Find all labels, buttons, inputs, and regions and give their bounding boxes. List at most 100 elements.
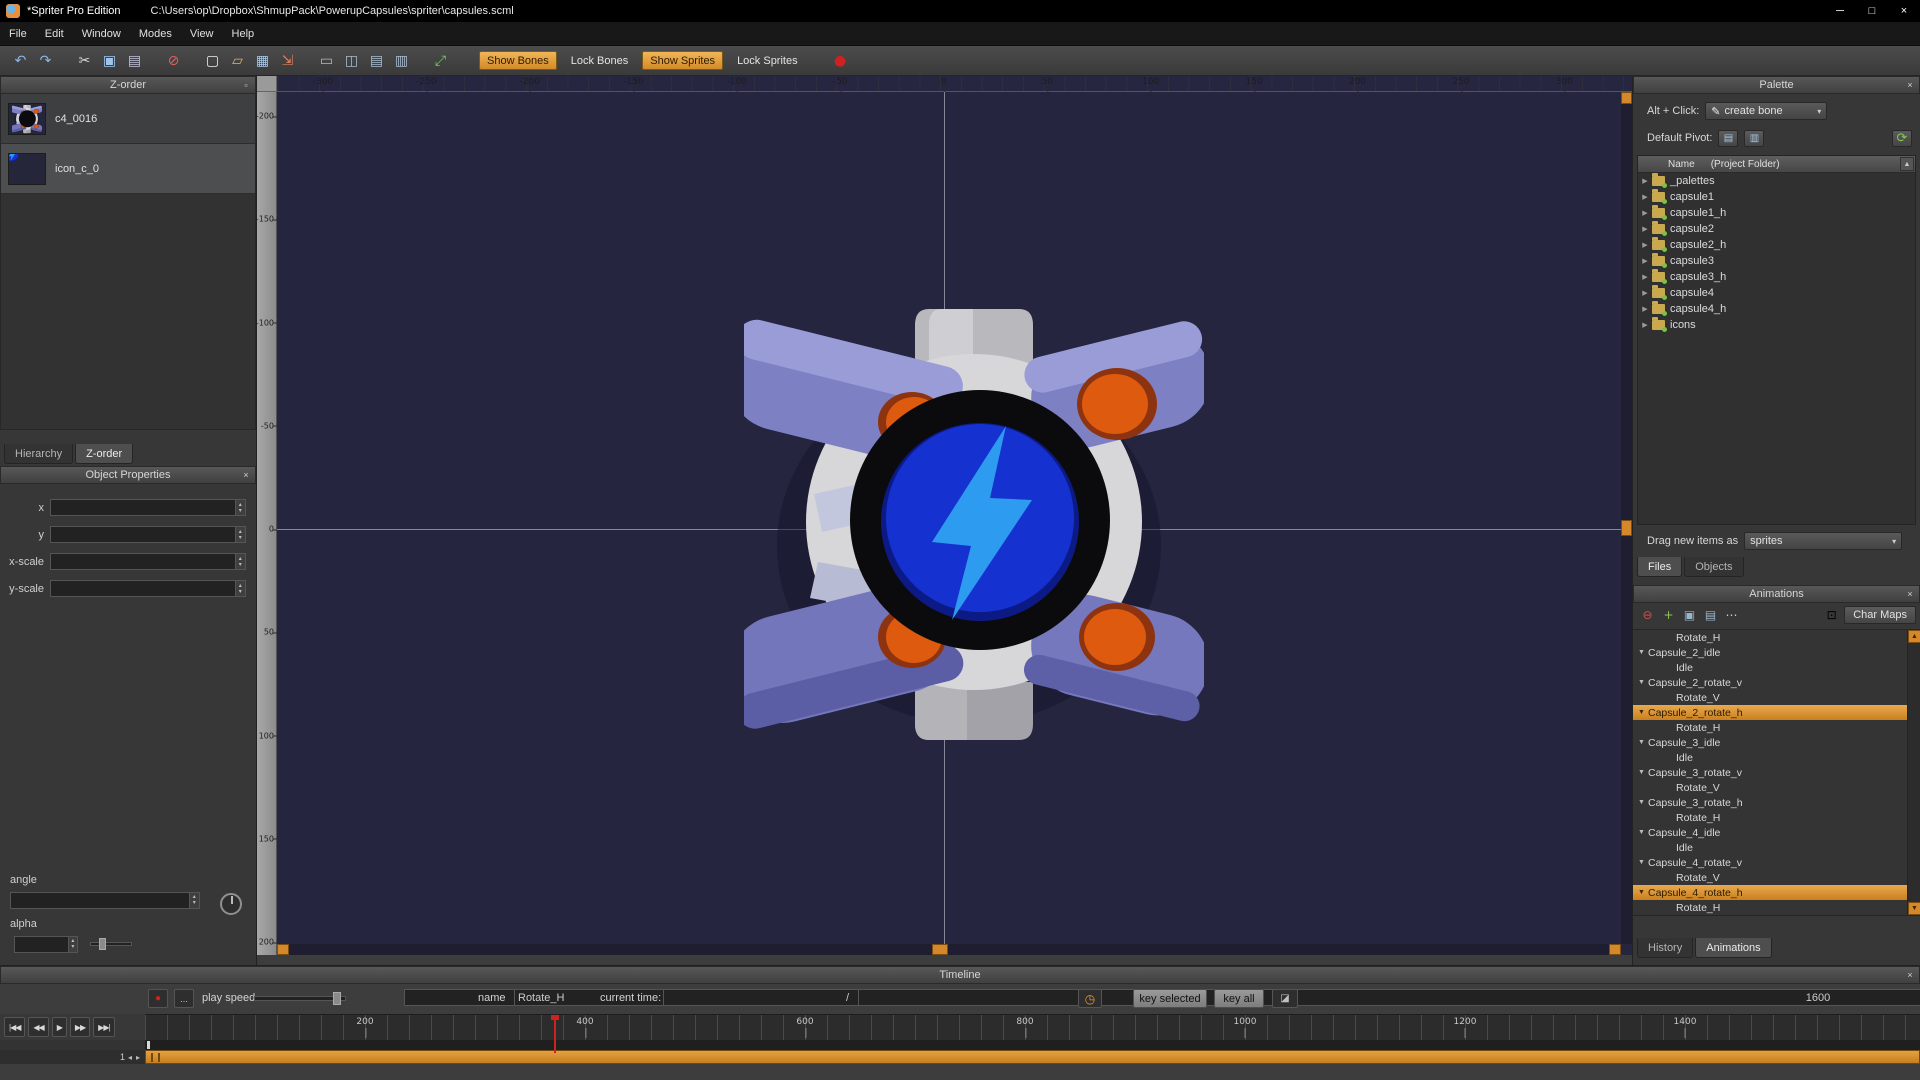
char-maps-button[interactable]: Char Maps (1844, 606, 1916, 624)
collapse-arrow-icon[interactable]: ▼ (1638, 889, 1648, 896)
close-button[interactable]: × (1888, 0, 1920, 22)
property-input[interactable] (50, 499, 236, 516)
layer-item-icon-c-0[interactable]: icon_c_0 (1, 144, 255, 194)
expand-view-icon[interactable]: ⊡ (1821, 605, 1842, 625)
expand-arrow-icon[interactable]: ▶ (1638, 241, 1652, 249)
scroll-up-icon[interactable]: ▲ (1908, 630, 1920, 643)
more-options-button[interactable]: ... (174, 989, 194, 1008)
tab-hierarchy[interactable]: Hierarchy (4, 444, 73, 464)
menu-item[interactable]: Edit (36, 22, 73, 45)
delete-animation-icon[interactable]: ⊖ (1637, 605, 1658, 625)
collapse-arrow-icon[interactable]: ▼ (1638, 769, 1648, 776)
fit-view-icon[interactable]: ⤢ (428, 49, 453, 73)
file-tree-item[interactable]: ▶ _palettes (1638, 173, 1915, 189)
menu-item[interactable]: Help (223, 22, 264, 45)
spinner-icon[interactable]: ▴▾ (190, 892, 200, 909)
file-tree-item[interactable]: ▶ icons (1638, 317, 1915, 333)
property-input[interactable] (50, 553, 236, 570)
paste-icon[interactable]: ▤ (122, 49, 147, 73)
save-icon[interactable]: ▦ (250, 49, 275, 73)
collapse-arrow-icon[interactable]: ▼ (1638, 679, 1648, 686)
animation-item[interactable]: ▼ Idle (1633, 840, 1907, 855)
animation-item[interactable]: ▼ Rotate_H (1633, 720, 1907, 735)
spinner-icon[interactable]: ▴▾ (236, 580, 246, 597)
property-input[interactable] (50, 526, 236, 543)
canvas-vertical-scrollbar[interactable] (1621, 92, 1632, 944)
scroll-up-button[interactable] (1621, 92, 1632, 104)
animation-item[interactable]: ▼ Idle (1633, 660, 1907, 675)
file-tree-item[interactable]: ▶ capsule2_h (1638, 237, 1915, 253)
loop-range-bar[interactable] (145, 1050, 1920, 1064)
new-animation-icon[interactable]: + (1658, 605, 1679, 625)
scroll-right-button[interactable] (1609, 944, 1621, 955)
sound-icon[interactable]: ◪ (1272, 989, 1298, 1008)
layout-split-icon[interactable]: ◫ (339, 49, 364, 73)
pivot-option-2-button[interactable]: ▥ (1744, 130, 1764, 147)
maximize-button[interactable]: □ (1856, 0, 1888, 22)
animation-item[interactable]: ▼ Rotate_V (1633, 690, 1907, 705)
show-bones-button[interactable]: Show Bones (479, 51, 557, 70)
alpha-slider-handle[interactable] (99, 938, 106, 950)
spinner-icon[interactable]: ▴▾ (236, 526, 246, 543)
animation-item[interactable]: ▼ Idle (1633, 750, 1907, 765)
expand-arrow-icon[interactable]: ▶ (1638, 177, 1652, 185)
file-tree-item[interactable]: ▶ capsule3_h (1638, 269, 1915, 285)
record-button[interactable]: ● (148, 989, 168, 1008)
expand-arrow-icon[interactable]: ▶ (1638, 225, 1652, 233)
undo-icon[interactable]: ↶ (8, 49, 33, 73)
spinner-icon[interactable]: ▴▾ (236, 553, 246, 570)
play-speed-handle[interactable] (333, 992, 341, 1005)
cut-icon[interactable]: ✂ (72, 49, 97, 73)
range-prev-icon[interactable]: ◂ (127, 1053, 133, 1062)
animation-item[interactable]: ▼ Rotate_V (1633, 870, 1907, 885)
alpha-slider[interactable] (90, 942, 132, 946)
go-to-end-button[interactable]: ▶▶| (93, 1017, 114, 1037)
duplicate-animation-icon[interactable]: ▣ (1679, 605, 1700, 625)
create-bone-dropdown[interactable]: ✎ create bone ▾ (1705, 102, 1827, 120)
keyframe-marker[interactable] (147, 1041, 150, 1049)
property-input[interactable] (50, 580, 236, 597)
capsule-sprite[interactable] (744, 294, 1204, 754)
lock-sprites-button[interactable]: Lock Sprites (731, 51, 804, 70)
new-file-icon[interactable]: ▢ (200, 49, 225, 73)
animation-item[interactable]: ▼ Rotate_H (1633, 630, 1907, 645)
collapse-arrow-icon[interactable]: ▼ (1638, 859, 1648, 866)
key-selected-button[interactable]: key selected (1133, 989, 1207, 1008)
open-folder-icon[interactable]: ▱ (225, 49, 250, 73)
file-tree-item[interactable]: ▶ capsule4_h (1638, 301, 1915, 317)
animation-settings-icon[interactable]: ▤ (1700, 605, 1721, 625)
tab-history[interactable]: History (1637, 938, 1693, 958)
angle-input[interactable] (10, 892, 190, 909)
panel-close-icon[interactable]: × (240, 470, 252, 480)
next-keyframe-button[interactable]: ▶▶ (70, 1017, 90, 1037)
clock-icon[interactable]: ◷ (1078, 989, 1102, 1008)
expand-arrow-icon[interactable]: ▶ (1638, 209, 1652, 217)
file-tree-item[interactable]: ▶ capsule1_h (1638, 205, 1915, 221)
record-mode-icon[interactable]: ● (828, 49, 853, 73)
expand-arrow-icon[interactable]: ▶ (1638, 289, 1652, 297)
menu-item[interactable]: Modes (130, 22, 181, 45)
menu-item[interactable]: View (181, 22, 223, 45)
animation-item[interactable]: ▼ Rotate_H (1633, 810, 1907, 825)
range-next-icon[interactable]: ▸ (135, 1053, 141, 1062)
copy-icon[interactable]: ▣ (97, 49, 122, 73)
alpha-input[interactable] (14, 936, 69, 953)
tab-animations[interactable]: Animations (1695, 938, 1771, 958)
go-to-start-button[interactable]: |◀◀ (4, 1017, 25, 1037)
panel-float-icon[interactable]: ▫ (240, 80, 252, 90)
layout-single-icon[interactable]: ▭ (314, 49, 339, 73)
tab-files[interactable]: Files (1637, 557, 1682, 577)
keyframe-track[interactable] (0, 1040, 1920, 1050)
animation-item[interactable]: ▼ Capsule_2_rotate_h (1633, 705, 1907, 720)
more-options-icon[interactable]: ⋯ (1721, 605, 1742, 625)
expand-arrow-icon[interactable]: ▶ (1638, 273, 1652, 281)
tab-z-order[interactable]: Z-order (75, 444, 133, 464)
lock-bones-button[interactable]: Lock Bones (565, 51, 634, 70)
prev-keyframe-button[interactable]: ◀◀ (28, 1017, 48, 1037)
vertical-scroll-thumb[interactable] (1621, 520, 1632, 536)
file-tree-header[interactable]: Name (Project Folder) ▲ (1638, 156, 1915, 173)
layout-columns-icon[interactable]: ▥ (389, 49, 414, 73)
scroll-up-icon[interactable]: ▲ (1900, 157, 1914, 171)
layer-item-c4-0016[interactable]: c4_0016 (1, 94, 255, 144)
animation-item[interactable]: ▼ Rotate_V (1633, 780, 1907, 795)
